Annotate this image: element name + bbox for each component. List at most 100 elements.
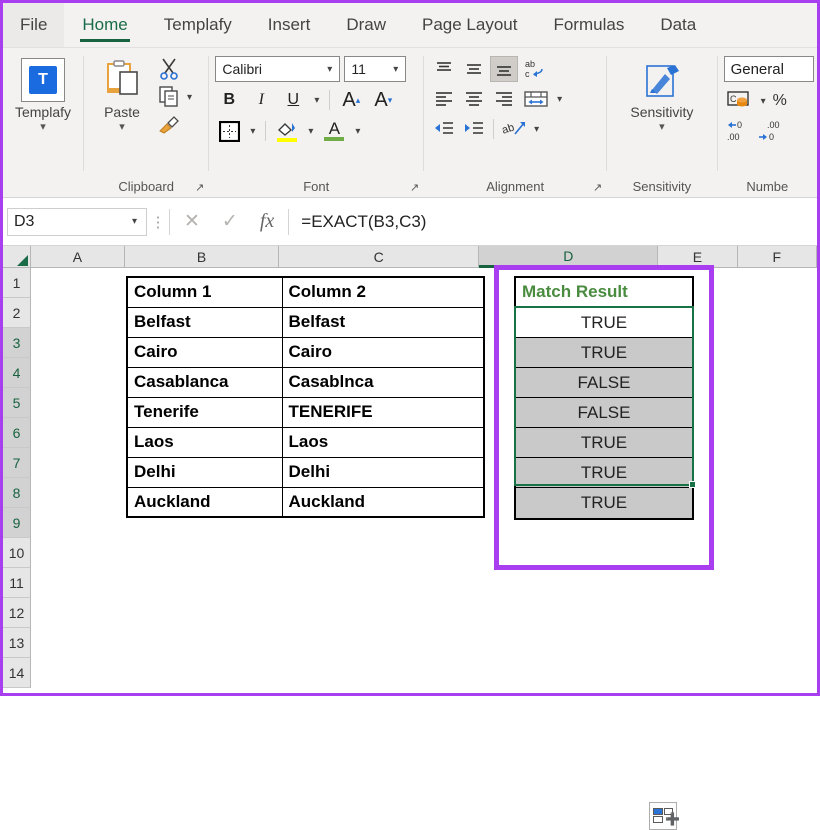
align-top-button[interactable] — [430, 56, 458, 82]
cancel-formula-icon[interactable]: ✕ — [184, 210, 200, 233]
cell-d4[interactable]: TRUE — [516, 338, 692, 368]
column-header-a[interactable]: A — [30, 246, 126, 268]
tab-draw[interactable]: Draw — [328, 3, 404, 47]
cell-b3[interactable]: Belfast — [126, 306, 283, 338]
cell-b7[interactable]: Laos — [126, 426, 283, 458]
cell-b2[interactable]: Column 1 — [126, 276, 283, 308]
chevron-down-icon[interactable]: ▾ — [305, 126, 316, 137]
cell-b8[interactable]: Delhi — [126, 456, 283, 488]
select-all-corner[interactable] — [3, 246, 31, 268]
tab-insert[interactable]: Insert — [250, 3, 329, 47]
enter-formula-icon[interactable]: ✓ — [222, 210, 238, 233]
decrease-decimal-button[interactable]: 0 .00 — [724, 118, 752, 144]
align-bottom-button[interactable] — [490, 56, 519, 82]
align-center-button[interactable] — [460, 86, 488, 112]
chevron-down-icon[interactable]: ▾ — [531, 124, 542, 135]
merge-center-button[interactable] — [520, 86, 552, 112]
row-header-12[interactable]: 12 — [3, 598, 31, 628]
format-painter-button[interactable] — [154, 112, 184, 136]
row-header-2[interactable]: 2 — [3, 298, 31, 328]
row-header-10[interactable]: 10 — [3, 538, 31, 568]
font-name-combo[interactable]: Calibri ▾ — [215, 56, 341, 82]
tab-formulas[interactable]: Formulas — [535, 3, 642, 47]
chevron-down-icon[interactable]: ▾ — [311, 95, 322, 106]
cell-c3[interactable]: Belfast — [281, 306, 485, 338]
tab-page-layout[interactable]: Page Layout — [404, 3, 535, 47]
chevron-down-icon[interactable]: ▾ — [129, 216, 140, 227]
dialog-launcher-icon[interactable]: ↗ — [195, 181, 204, 194]
cell-c2[interactable]: Column 2 — [281, 276, 485, 308]
cell-d5[interactable]: FALSE — [516, 368, 692, 398]
quick-analysis-button[interactable]: ➕ — [649, 802, 680, 830]
increase-indent-button[interactable] — [460, 116, 488, 142]
cell-d6[interactable]: FALSE — [516, 398, 692, 428]
orientation-button[interactable]: ab — [499, 116, 529, 142]
copy-button[interactable] — [154, 84, 184, 110]
underline-button[interactable]: U — [279, 87, 307, 113]
cell-c8[interactable]: Delhi — [281, 456, 485, 488]
row-header-11[interactable]: 11 — [3, 568, 31, 598]
row-header-13[interactable]: 13 — [3, 628, 31, 658]
cell-d7[interactable]: TRUE — [516, 428, 692, 458]
bold-button[interactable]: B — [215, 87, 243, 113]
row-header-14[interactable]: 14 — [3, 658, 31, 688]
borders-button[interactable] — [215, 118, 243, 144]
name-box[interactable]: D3 ▾ — [7, 207, 147, 236]
chevron-down-icon[interactable]: ▾ — [119, 122, 125, 133]
column-header-b[interactable]: B — [125, 246, 279, 268]
accounting-format-button[interactable]: C — [724, 88, 758, 114]
cut-button[interactable] — [154, 56, 184, 82]
column-header-f[interactable]: F — [737, 246, 817, 268]
cell-b5[interactable]: Casablanca — [126, 366, 283, 398]
sensitivity-button[interactable]: Sensitivity ▾ — [623, 58, 701, 133]
chevron-down-icon[interactable]: ▾ — [659, 122, 665, 133]
row-header-4[interactable]: 4 — [3, 358, 31, 388]
tab-home[interactable]: Home — [64, 3, 145, 47]
chevron-down-icon[interactable]: ▾ — [758, 96, 769, 107]
column-header-d[interactable]: D — [479, 246, 659, 268]
templafy-button[interactable]: T Templafy ▾ — [9, 54, 77, 133]
dialog-launcher-icon[interactable]: ↗ — [410, 181, 419, 194]
column-header-c[interactable]: C — [278, 246, 480, 268]
grow-font-button[interactable]: A ▴ — [337, 87, 365, 113]
align-left-button[interactable] — [430, 86, 458, 112]
cell-c9[interactable]: Auckland — [281, 486, 485, 518]
increase-decimal-button[interactable]: .00 0 — [756, 118, 784, 144]
chevron-down-icon[interactable]: ▾ — [324, 64, 335, 75]
chevron-down-icon[interactable]: ▾ — [352, 126, 363, 137]
decrease-indent-button[interactable] — [430, 116, 458, 142]
cell-d8[interactable]: TRUE — [516, 458, 692, 488]
font-color-button[interactable]: A — [320, 118, 348, 144]
align-middle-button[interactable] — [460, 56, 488, 82]
percent-style-button[interactable]: % — [769, 92, 787, 110]
cell-c6[interactable]: TENERIFE — [281, 396, 485, 428]
tab-file[interactable]: File — [3, 3, 65, 47]
shrink-font-button[interactable]: A ▾ — [369, 87, 397, 113]
cell-c5[interactable]: Casablnca — [281, 366, 485, 398]
wrap-text-button[interactable]: ab c — [520, 56, 554, 82]
italic-button[interactable]: I — [247, 87, 275, 113]
dialog-launcher-icon[interactable]: ↗ — [593, 181, 602, 194]
align-right-button[interactable] — [490, 86, 518, 112]
chevron-down-icon[interactable]: ▾ — [554, 94, 565, 105]
chevron-down-icon[interactable]: ▾ — [390, 64, 401, 75]
font-size-combo[interactable]: 11 ▾ — [344, 56, 407, 82]
insert-function-icon[interactable]: fx — [260, 210, 274, 233]
formula-input[interactable]: =EXACT(B3,C3) — [289, 208, 817, 236]
row-header-7[interactable]: 7 — [3, 448, 31, 478]
cell-d3[interactable]: TRUE — [516, 308, 692, 338]
column-header-e[interactable]: E — [658, 246, 738, 268]
chevron-down-icon[interactable]: ▾ — [247, 126, 258, 137]
row-header-8[interactable]: 8 — [3, 478, 31, 508]
fill-color-button[interactable] — [273, 118, 301, 144]
chevron-down-icon[interactable]: ▾ — [40, 122, 46, 133]
cell-d2[interactable]: Match Result — [516, 278, 692, 308]
row-header-1[interactable]: 1 — [3, 268, 31, 298]
row-header-9[interactable]: 9 — [3, 508, 31, 538]
cell-b6[interactable]: Tenerife — [126, 396, 283, 428]
cell-b4[interactable]: Cairo — [126, 336, 283, 368]
tab-templafy[interactable]: Templafy — [146, 3, 250, 47]
cell-b9[interactable]: Auckland — [126, 486, 283, 518]
paste-button[interactable]: Paste ▾ — [90, 54, 154, 133]
tab-data[interactable]: Data — [642, 3, 714, 47]
